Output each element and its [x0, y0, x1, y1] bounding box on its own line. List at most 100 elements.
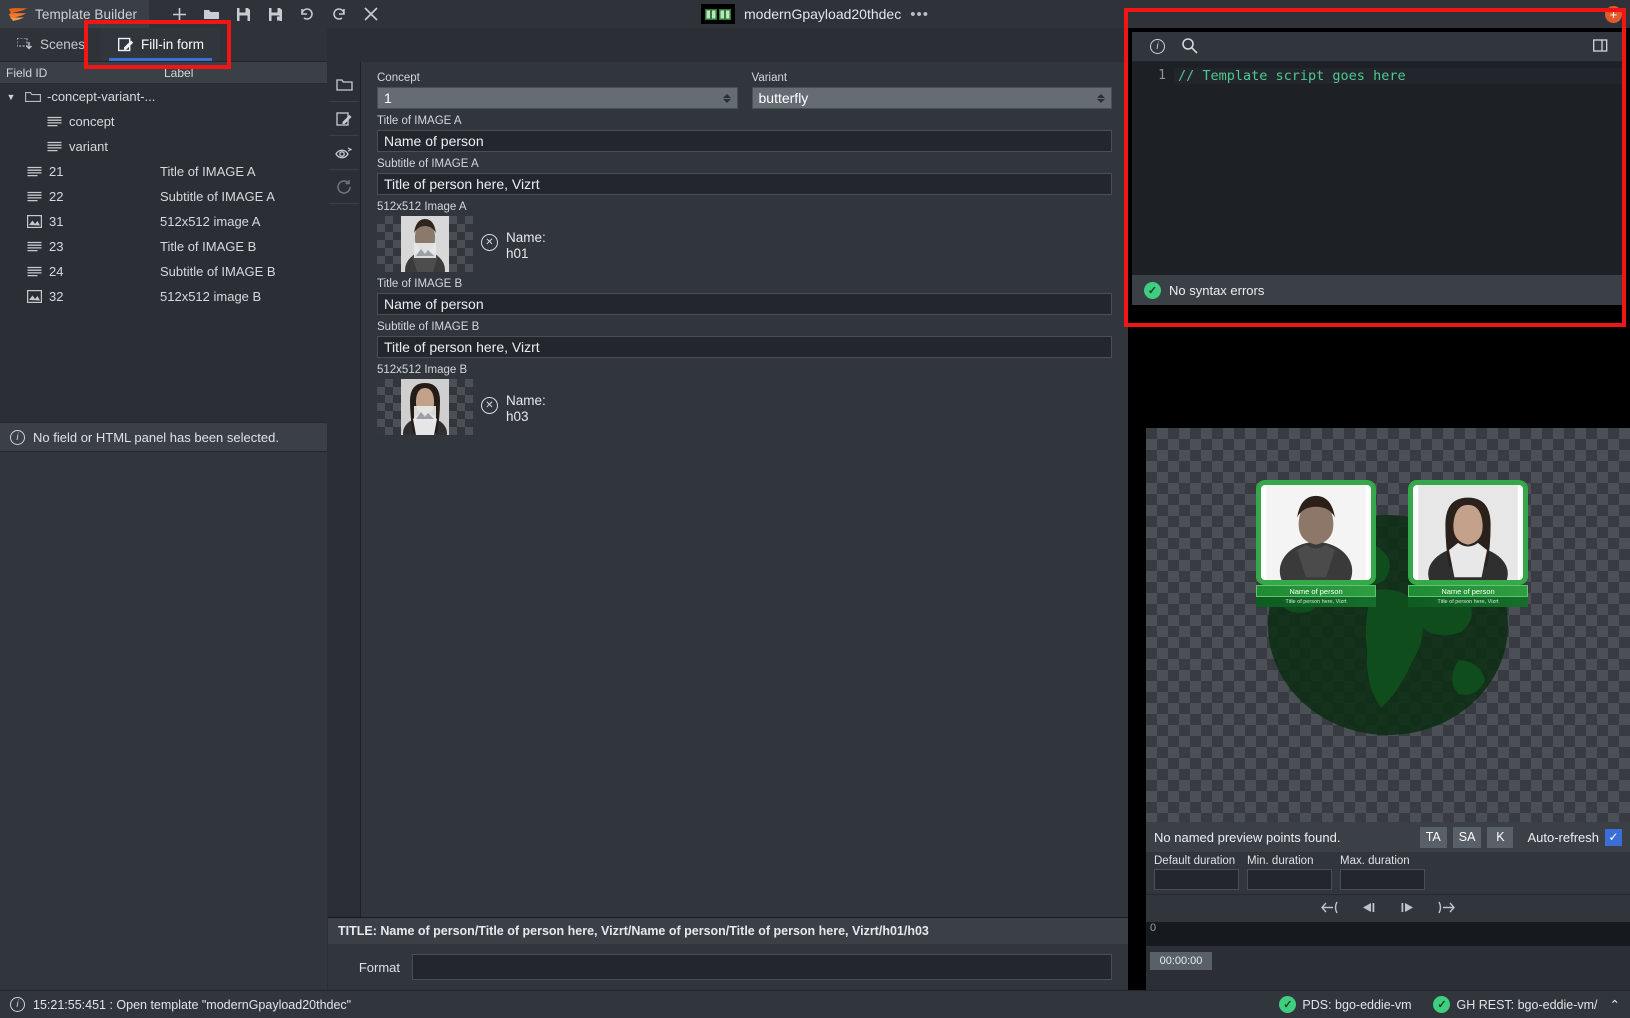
script-editor-body[interactable]: 1 // Template script goes here [1132, 62, 1626, 275]
preview-canvas[interactable]: Name of person Title of person here, Viz… [1146, 428, 1630, 822]
tree-row[interactable]: 21 Title of IMAGE A [0, 159, 327, 184]
close-icon[interactable] [355, 1, 387, 27]
duration-input[interactable] [1247, 869, 1332, 890]
duration-field: Default duration [1154, 855, 1239, 894]
variant-select[interactable]: butterfly [751, 87, 1112, 109]
add-circle-icon[interactable]: + [1605, 5, 1622, 23]
save-as-icon[interactable] [259, 1, 291, 27]
new-icon[interactable] [163, 1, 195, 27]
format-input[interactable] [412, 954, 1112, 980]
check-circle-icon: ✓ [1279, 996, 1297, 1013]
folder-panel-icon[interactable] [329, 68, 359, 102]
edit-panel-icon[interactable] [329, 102, 359, 136]
ta-button[interactable]: TA [1419, 826, 1447, 848]
tab-scenes[interactable]: Scenes [0, 28, 101, 61]
tree-row[interactable]: variant [0, 134, 327, 159]
clear-image-button[interactable]: ✕ [481, 234, 498, 251]
script-status-bar: ✓ No syntax errors [1132, 275, 1626, 305]
code-area[interactable]: // Template script goes here [1174, 62, 1626, 275]
info-icon[interactable]: i [1150, 39, 1165, 54]
duration-input[interactable] [1340, 869, 1425, 890]
left-panel: Scenes Fill-in form Field ID Label ▼ -con… [0, 28, 327, 990]
tree-row-id: -concept-variant-... [47, 89, 156, 104]
play-icon[interactable] [1398, 901, 1416, 917]
check-circle-icon: ✓ [1433, 996, 1451, 1013]
form-tool-rail [328, 62, 360, 990]
template-icon [701, 4, 735, 24]
jump-start-icon[interactable] [1320, 901, 1340, 917]
template-builder-window: Template Builder modernGpayload20thdec •… [0, 0, 1630, 1018]
field-input[interactable]: Title of person here, Vizrt [377, 173, 1112, 195]
duration-input[interactable] [1154, 869, 1239, 890]
status-bar: i 15:21:55:451 : Open template "modernGp… [0, 990, 1630, 1018]
app-brand: Template Builder [0, 0, 150, 28]
preview-eye-icon[interactable] [329, 136, 359, 170]
field-input[interactable]: Title of person here, Vizrt [377, 336, 1112, 358]
field-input[interactable]: Name of person [377, 130, 1112, 152]
image-field: 512x512 Image A ✕ Name: h01 [377, 201, 1112, 272]
duration-field: Min. duration [1247, 855, 1332, 894]
save-icon[interactable] [227, 1, 259, 27]
tree-row-id: variant [69, 139, 109, 154]
step-back-icon[interactable] [1360, 901, 1378, 917]
document-title: modernGpayload20thdec [744, 6, 902, 22]
timeline-ruler[interactable]: 0 [1146, 922, 1630, 946]
undo-icon[interactable] [291, 1, 323, 27]
sa-button[interactable]: SA [1452, 826, 1482, 848]
format-row: Format [328, 944, 1128, 990]
spinner-icon[interactable] [722, 93, 731, 103]
variant-value: butterfly [758, 90, 809, 106]
tree-row-label: Title of IMAGE B [160, 239, 257, 254]
k-button[interactable]: K [1487, 826, 1514, 848]
form-edit-icon [117, 37, 134, 52]
spinner-icon[interactable] [1097, 93, 1105, 103]
tree-header: Field ID Label [0, 62, 327, 84]
tree-row[interactable]: 24 Subtitle of IMAGE B [0, 259, 327, 284]
preview-card: Name of person Title of person here, Viz… [1408, 480, 1528, 607]
image-icon [26, 215, 43, 229]
no-selection-text: No field or HTML panel has been selected… [33, 429, 279, 445]
format-label: Format [358, 959, 400, 975]
collapse-icon[interactable]: ⌃ [1610, 997, 1620, 1012]
code-line: // Template script goes here [1174, 68, 1626, 84]
tree-row-label: Subtitle of IMAGE A [160, 189, 275, 204]
search-icon[interactable] [1181, 37, 1198, 57]
tree-row-id: 31 [49, 214, 64, 229]
tree-row-id: 21 [49, 164, 64, 179]
field-label: Title of IMAGE B [377, 278, 463, 290]
auto-refresh-checkbox[interactable]: ✓ [1605, 828, 1622, 846]
tree-row[interactable]: 31 512x512 image A [0, 209, 327, 234]
field-input[interactable]: Name of person [377, 293, 1112, 315]
tree-row[interactable]: 32 512x512 image B [0, 284, 327, 309]
gh-rest-status-label: GH REST: bgo-eddie-vm/ [1456, 997, 1598, 1012]
pds-status[interactable]: ✓ PDS: bgo-eddie-vm [1279, 996, 1411, 1013]
titlebar-right: + [1605, 0, 1622, 28]
tree-caret-icon[interactable]: ▼ [4, 92, 18, 102]
detach-icon[interactable] [1593, 38, 1608, 56]
gh-rest-status[interactable]: ✓ GH REST: bgo-eddie-vm/ [1433, 996, 1598, 1013]
tab-fill-in-form[interactable]: Fill-in form [101, 28, 221, 61]
clear-image-button[interactable]: ✕ [481, 397, 498, 414]
timecode-display: 00:00:00 [1150, 952, 1212, 970]
tree-row-id: 23 [49, 239, 64, 254]
concept-select[interactable]: 1 [377, 87, 738, 109]
jump-end-icon[interactable] [1436, 901, 1456, 917]
refresh-icon[interactable] [329, 170, 359, 204]
title-strip: TITLE: Name of person/Title of person he… [328, 917, 1128, 944]
timeline-track[interactable] [1146, 946, 1630, 990]
preview-points-message: No named preview points found. [1154, 829, 1341, 845]
tree-row[interactable]: ▼ -concept-variant-... [0, 84, 327, 109]
app-title: Template Builder [35, 6, 138, 22]
tree-header-label: Label [164, 65, 194, 80]
image-thumbnail[interactable] [377, 379, 473, 435]
tree-row-label: 512x512 image A [160, 214, 261, 229]
tree-row[interactable]: concept [0, 109, 327, 134]
redo-icon[interactable] [323, 1, 355, 27]
tree-row-id: 32 [49, 289, 64, 304]
tree-row[interactable]: 22 Subtitle of IMAGE A [0, 184, 327, 209]
image-thumbnail[interactable] [377, 216, 473, 272]
document-overflow-menu[interactable]: ••• [910, 6, 929, 23]
tree-row[interactable]: 23 Title of IMAGE B [0, 234, 327, 259]
open-folder-icon[interactable] [195, 1, 227, 27]
concept-variant-row: Concept 1 Variant butterfly [377, 72, 1112, 115]
